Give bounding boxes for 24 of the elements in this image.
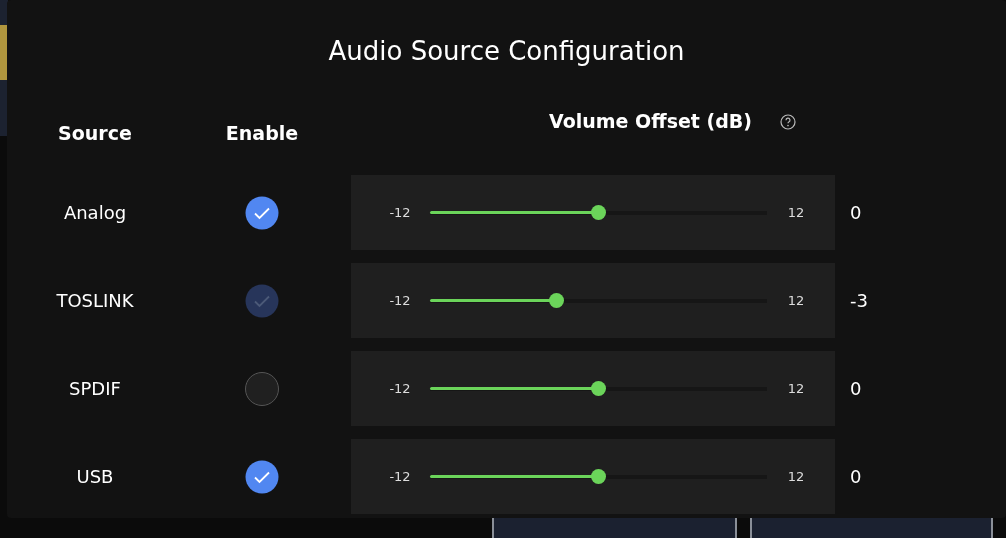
volume-value: 0 — [850, 378, 862, 399]
enable-checkbox[interactable] — [245, 459, 279, 494]
slider-max-label: 12 — [786, 381, 806, 396]
slider-min-label: -12 — [388, 469, 412, 484]
slider-max-label: 12 — [786, 205, 806, 220]
enable-checkbox[interactable] — [245, 195, 279, 230]
column-header: Source — [58, 122, 132, 144]
source-name: SPDIF — [69, 378, 121, 399]
volume-value: 0 — [850, 466, 862, 487]
slider-max-label: 12 — [786, 293, 806, 308]
slider-min-label: -12 — [388, 293, 412, 308]
dialog-title: Audio Source Configuration — [327, 36, 686, 68]
volume-value: -3 — [850, 290, 868, 311]
source-name: Analog — [63, 202, 127, 223]
column-header: Enable — [225, 122, 299, 144]
slider-min-label: -12 — [388, 205, 412, 220]
column-header: Volume Offset (dB) — [549, 110, 752, 132]
slider-min-label: -12 — [388, 381, 412, 396]
source-name: USB — [76, 466, 114, 487]
enable-checkbox[interactable] — [245, 371, 279, 406]
volume-value: 0 — [850, 202, 862, 223]
help-icon[interactable] — [780, 114, 796, 130]
slider-max-label: 12 — [786, 469, 806, 484]
source-name: TOSLINK — [56, 290, 134, 311]
